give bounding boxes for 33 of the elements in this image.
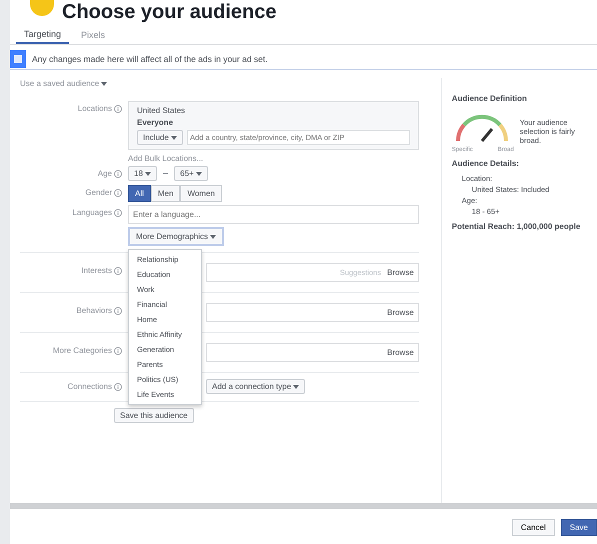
age-max-dropdown[interactable]: 65+ [174,166,208,181]
age-min-dropdown[interactable]: 18 [128,166,158,181]
browse-link[interactable]: Browse [387,308,414,317]
more-demographics-button[interactable]: More Demographics [128,227,224,246]
search-field[interactable]: Browse [206,303,419,322]
tab[interactable]: Targeting [16,26,70,44]
cancel-button[interactable]: Cancel [512,519,555,536]
field-label: More Categories [52,345,113,357]
language-input[interactable]: Enter a language... [128,205,419,224]
gender-option[interactable]: Women [180,185,222,202]
panel-title: Audience Definition [452,94,528,103]
browse-link[interactable]: Browse [387,268,414,277]
details-title: Audience Details: [452,159,520,168]
save-button[interactable]: Save [560,519,597,536]
field-label: Connections [66,381,113,393]
field-label: Gender [84,187,113,199]
field-label: Locations [76,103,113,115]
field-label: Languages [71,207,113,219]
page-heading: Choose your audience [62,0,276,24]
field-label: Age [96,168,113,180]
search-field[interactable]: Browse [206,343,419,362]
gender-option[interactable]: Men [150,185,180,202]
include-dropdown[interactable]: Include [137,130,184,145]
connections-dropdown[interactable]: Add a connection type [206,379,306,394]
location-scope: Everyone [137,118,174,127]
field-label: Behaviors [75,305,113,317]
notice-text: Any changes made here will affect all of the ads in your ad set. [32,54,268,64]
potential-reach: Potential Reach: 1,000,000 people [452,222,582,231]
save-audience-button[interactable]: Save this audience [114,408,194,423]
location-country: United States [137,106,186,115]
browse-link[interactable]: Browse [387,348,414,357]
gender-option[interactable]: All [128,185,151,202]
field-label: Interests [80,265,113,277]
